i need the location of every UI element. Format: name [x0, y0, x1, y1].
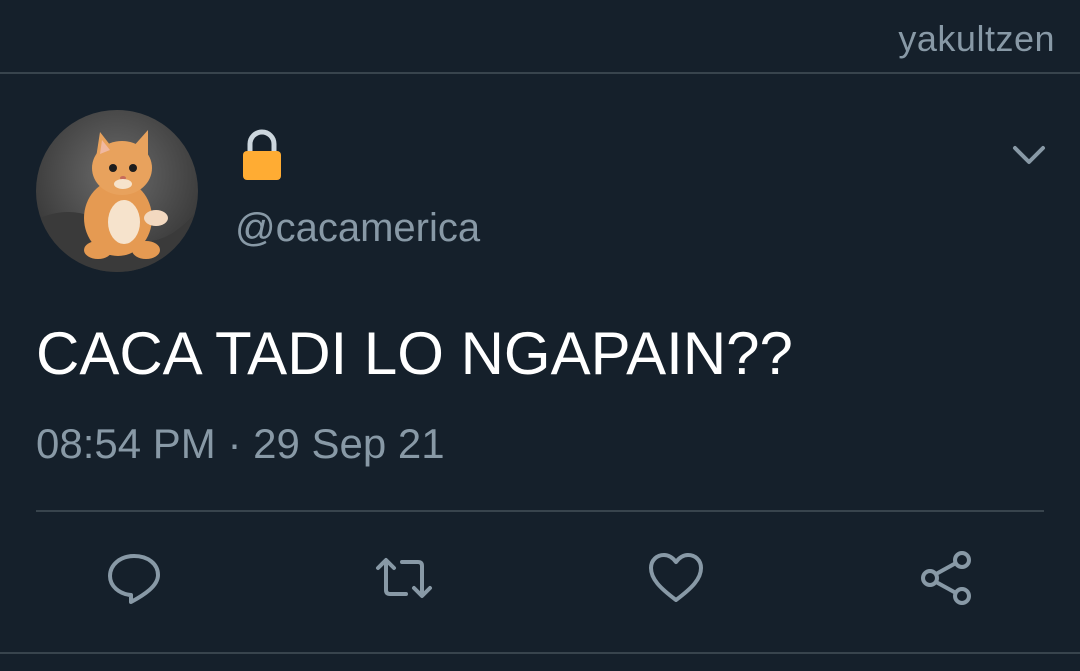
lock-icon: [243, 129, 281, 180]
tweet-time: 08:54 PM: [36, 420, 216, 467]
bottom-divider: [0, 652, 1080, 654]
tweet-date: 29 Sep 21: [253, 420, 445, 467]
share-button[interactable]: [914, 546, 978, 610]
like-icon: [649, 553, 703, 602]
actions-divider: [36, 510, 1044, 512]
avatar[interactable]: [36, 110, 198, 272]
tweet-text: CACA TADI LO NGAPAIN??: [36, 320, 793, 387]
retweet-icon: [376, 558, 432, 598]
retweet-button[interactable]: [372, 546, 436, 610]
user-handle[interactable]: @cacamerica: [235, 206, 480, 251]
share-icon: [921, 551, 971, 605]
tweet-timestamp[interactable]: 08:54 PM · 29 Sep 21: [36, 420, 445, 468]
watermark: yakultzen: [898, 18, 1055, 59]
chevron-down-icon[interactable]: [1010, 136, 1048, 174]
reply-icon: [108, 554, 160, 604]
like-button[interactable]: [644, 546, 708, 610]
reply-button[interactable]: [102, 546, 166, 610]
meta-separator: ·: [227, 420, 242, 467]
top-divider: [0, 72, 1080, 74]
kitten-avatar-image: [36, 110, 198, 272]
